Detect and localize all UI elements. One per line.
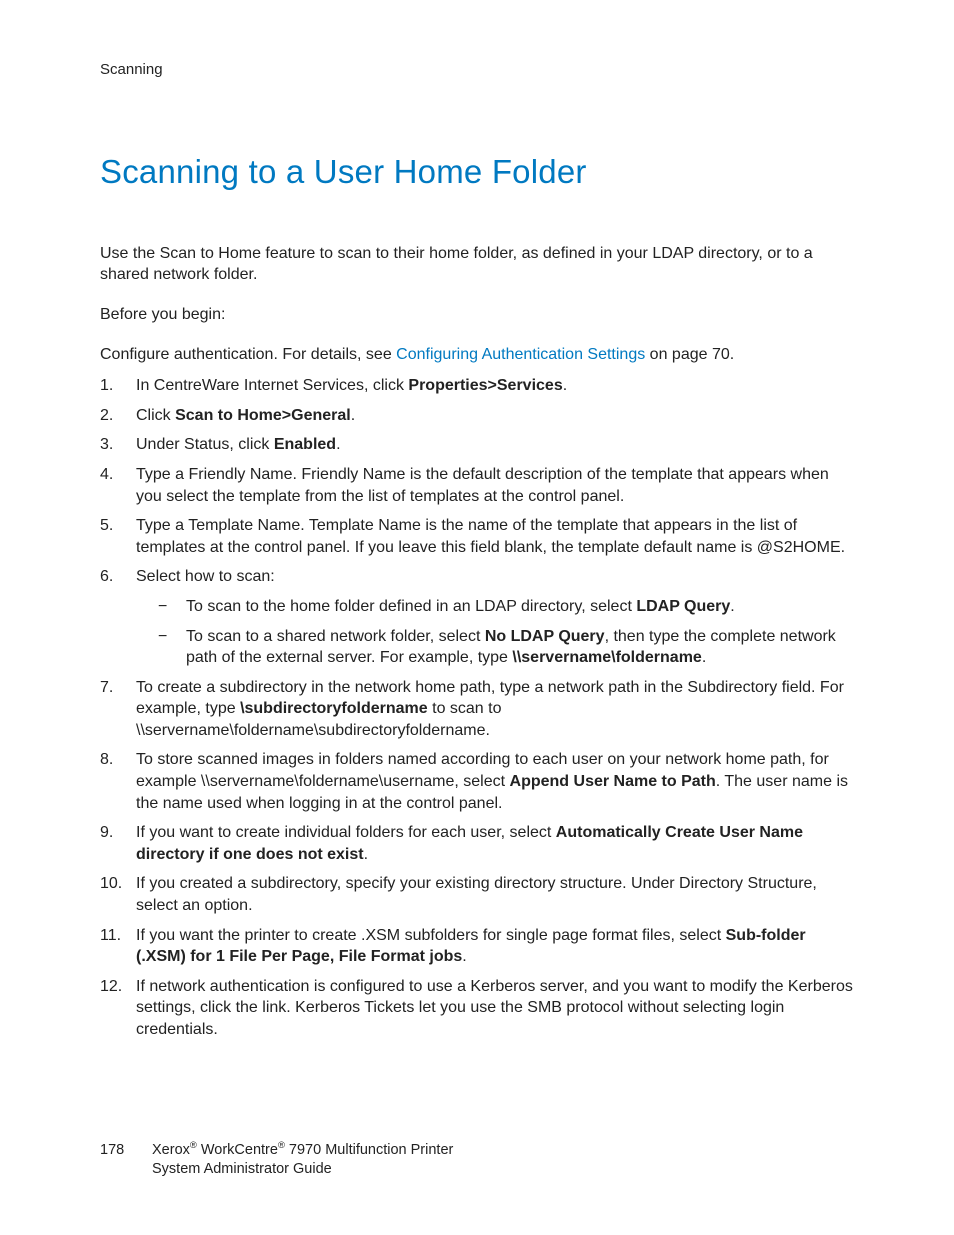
config-post: on page 70. bbox=[645, 346, 734, 363]
t: If you want to create individual folders… bbox=[136, 824, 556, 841]
before-you-begin: Before you begin: bbox=[100, 304, 854, 326]
t: \\servername\foldername bbox=[512, 649, 701, 666]
t: Scan to Home>General bbox=[175, 407, 351, 424]
running-header: Scanning bbox=[100, 60, 854, 80]
step-1: In CentreWare Internet Services, click P… bbox=[100, 375, 854, 397]
t: \subdirectoryfoldername bbox=[240, 700, 428, 717]
t: . bbox=[336, 436, 340, 453]
configure-auth-line: Configure authentication. For details, s… bbox=[100, 344, 854, 366]
step-8: To store scanned images in folders named… bbox=[100, 749, 854, 814]
step-6-sub-1: To scan to the home folder defined in an… bbox=[136, 596, 854, 618]
footer-brand-2: WorkCentre bbox=[197, 1142, 278, 1158]
t: Select how to scan: bbox=[136, 568, 275, 585]
t: To scan to a shared network folder, sele… bbox=[186, 628, 485, 645]
step-6-sub-2: To scan to a shared network folder, sele… bbox=[136, 626, 854, 669]
t: Properties>Services bbox=[408, 377, 562, 394]
t: . bbox=[462, 948, 466, 965]
footer-brand-1: Xerox bbox=[152, 1142, 190, 1158]
step-4: Type a Friendly Name. Friendly Name is t… bbox=[100, 464, 854, 507]
reg-mark-icon: ® bbox=[190, 1139, 197, 1150]
t: Append User Name to Path bbox=[510, 773, 716, 790]
t: In CentreWare Internet Services, click bbox=[136, 377, 408, 394]
t: No LDAP Query bbox=[485, 628, 605, 645]
footer-product: 7970 Multifunction Printer bbox=[285, 1142, 453, 1158]
t: If you want the printer to create .XSM s… bbox=[136, 927, 726, 944]
t: Click bbox=[136, 407, 175, 424]
step-9: If you want to create individual folders… bbox=[100, 822, 854, 865]
t: To scan to the home folder defined in an… bbox=[186, 598, 636, 615]
page-number: 178 bbox=[100, 1141, 152, 1161]
config-auth-link[interactable]: Configuring Authentication Settings bbox=[396, 346, 645, 363]
t: . bbox=[364, 846, 368, 863]
step-2: Click Scan to Home>General. bbox=[100, 405, 854, 427]
intro-paragraph: Use the Scan to Home feature to scan to … bbox=[100, 243, 854, 286]
step-6-sublist: To scan to the home folder defined in an… bbox=[136, 596, 854, 669]
step-11: If you want the printer to create .XSM s… bbox=[100, 925, 854, 968]
t: LDAP Query bbox=[636, 598, 730, 615]
step-7: To create a subdirectory in the network … bbox=[100, 677, 854, 742]
footer-line-2: System Administrator Guide bbox=[100, 1160, 453, 1180]
t: Under Status, click bbox=[136, 436, 274, 453]
t: Enabled bbox=[274, 436, 336, 453]
t: . bbox=[563, 377, 567, 394]
t: . bbox=[351, 407, 355, 424]
t: . bbox=[730, 598, 734, 615]
t: . bbox=[702, 649, 706, 666]
reg-mark-icon: ® bbox=[278, 1139, 285, 1150]
step-5: Type a Template Name. Template Name is t… bbox=[100, 515, 854, 558]
page-footer: 178Xerox® WorkCentre® 7970 Multifunction… bbox=[100, 1139, 453, 1180]
procedure-list: In CentreWare Internet Services, click P… bbox=[100, 375, 854, 1040]
step-10: If you created a subdirectory, specify y… bbox=[100, 873, 854, 916]
step-6: Select how to scan: To scan to the home … bbox=[100, 566, 854, 668]
page-title: Scanning to a User Home Folder bbox=[100, 150, 854, 195]
step-12: If network authentication is configured … bbox=[100, 976, 854, 1041]
config-pre: Configure authentication. For details, s… bbox=[100, 346, 396, 363]
step-3: Under Status, click Enabled. bbox=[100, 434, 854, 456]
